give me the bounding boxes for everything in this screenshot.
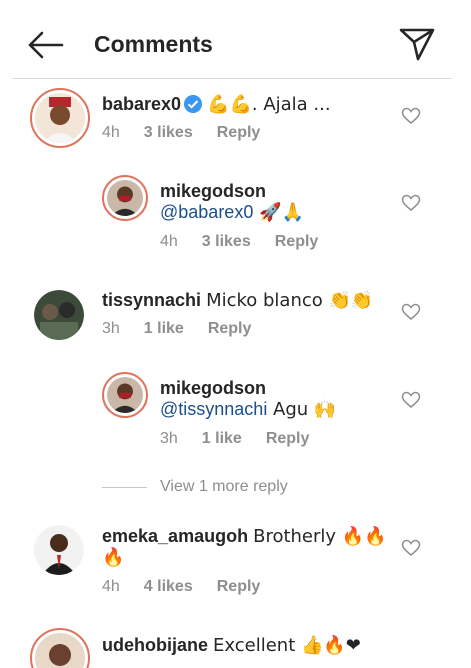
comment-meta: 3h 1 like Reply (102, 320, 275, 338)
avatar[interactable] (102, 175, 148, 221)
comment-body: Micko blanco 👏👏 (206, 290, 374, 311)
comment-body: 💪💪. Ajala ... (207, 94, 331, 115)
comment-meta: 3h 1 like Reply (160, 430, 333, 448)
reply-button[interactable]: Reply (217, 124, 261, 141)
avatar-image (35, 93, 85, 143)
view-more-line (102, 487, 147, 488)
comment-text: emeka_amaugoh Brotherly 🔥🔥 (102, 525, 387, 548)
avatar-image (35, 633, 85, 668)
avatar-image (107, 180, 143, 216)
reply-button[interactable]: Reply (275, 233, 319, 250)
send-icon[interactable] (398, 26, 436, 62)
heart-icon[interactable] (401, 194, 421, 212)
avatar-image (107, 377, 143, 413)
comment-meta: 4h 4 likes Reply (102, 578, 284, 596)
likes-count[interactable]: 3 likes (202, 233, 251, 250)
reply-button[interactable]: Reply (266, 430, 310, 447)
comment-body: 🚀🙏 (253, 202, 304, 223)
back-arrow-icon[interactable] (26, 30, 64, 60)
comment-username-row: mikegodson (160, 377, 266, 399)
heart-icon[interactable] (401, 539, 421, 557)
reply-button[interactable]: Reply (217, 578, 261, 595)
comment-time: 4h (102, 124, 120, 141)
page-title: Comments (94, 31, 213, 57)
comment-text: udehobijane Excellent 👍🔥❤ (102, 634, 361, 657)
comment-text: @babarex0 🚀🙏 (160, 201, 304, 224)
likes-count[interactable]: 1 like (144, 320, 184, 337)
comment-username[interactable]: udehobijane (102, 635, 208, 655)
comment-body: Agu 🙌 (267, 399, 337, 420)
view-more-label: View 1 more reply (160, 478, 288, 495)
avatar[interactable] (102, 372, 148, 418)
comment-text: @tissynnachi Agu 🙌 (160, 398, 336, 421)
header-divider (12, 78, 452, 79)
likes-count[interactable]: 4 likes (144, 578, 193, 595)
comment-username[interactable]: babarex0 (102, 94, 181, 114)
comment-body: Excellent 👍🔥❤ (213, 635, 361, 656)
comment-time: 4h (160, 233, 178, 250)
comment-time: 4h (102, 578, 120, 595)
heart-icon[interactable] (401, 107, 421, 125)
comment-username-row: mikegodson (160, 180, 266, 202)
comment-username[interactable]: mikegodson (160, 378, 266, 398)
comment-meta: 4h 3 likes Reply (160, 233, 342, 251)
mention-link[interactable]: @babarex0 (160, 202, 253, 222)
comment-text: tissynnachi Micko blanco 👏👏 (102, 289, 373, 312)
avatar[interactable] (30, 628, 90, 668)
comment-time: 3h (160, 430, 178, 447)
mention-link[interactable]: @tissynnachi (160, 399, 267, 419)
comment-username[interactable]: mikegodson (160, 181, 266, 201)
avatar-image (34, 525, 84, 575)
avatar[interactable] (34, 525, 84, 575)
comment-body: Brotherly 🔥🔥 (253, 526, 387, 547)
heart-icon[interactable] (401, 303, 421, 321)
comment-meta: 4h 3 likes Reply (102, 124, 284, 142)
reply-button[interactable]: Reply (208, 320, 252, 337)
avatar-image (34, 290, 84, 340)
avatar[interactable] (30, 88, 90, 148)
comment-username[interactable]: tissynnachi (102, 290, 201, 310)
likes-count[interactable]: 1 like (202, 430, 242, 447)
comment-text-continued: 🔥 (102, 547, 125, 568)
comment-username[interactable]: emeka_amaugoh (102, 526, 248, 546)
comment-text: babarex0 💪💪. Ajala ... (102, 93, 331, 116)
heart-icon[interactable] (401, 391, 421, 409)
header: Comments (0, 0, 471, 82)
likes-count[interactable]: 3 likes (144, 124, 193, 141)
comment-time: 3h (102, 320, 120, 337)
verified-badge-icon (184, 95, 203, 113)
avatar[interactable] (34, 290, 84, 340)
